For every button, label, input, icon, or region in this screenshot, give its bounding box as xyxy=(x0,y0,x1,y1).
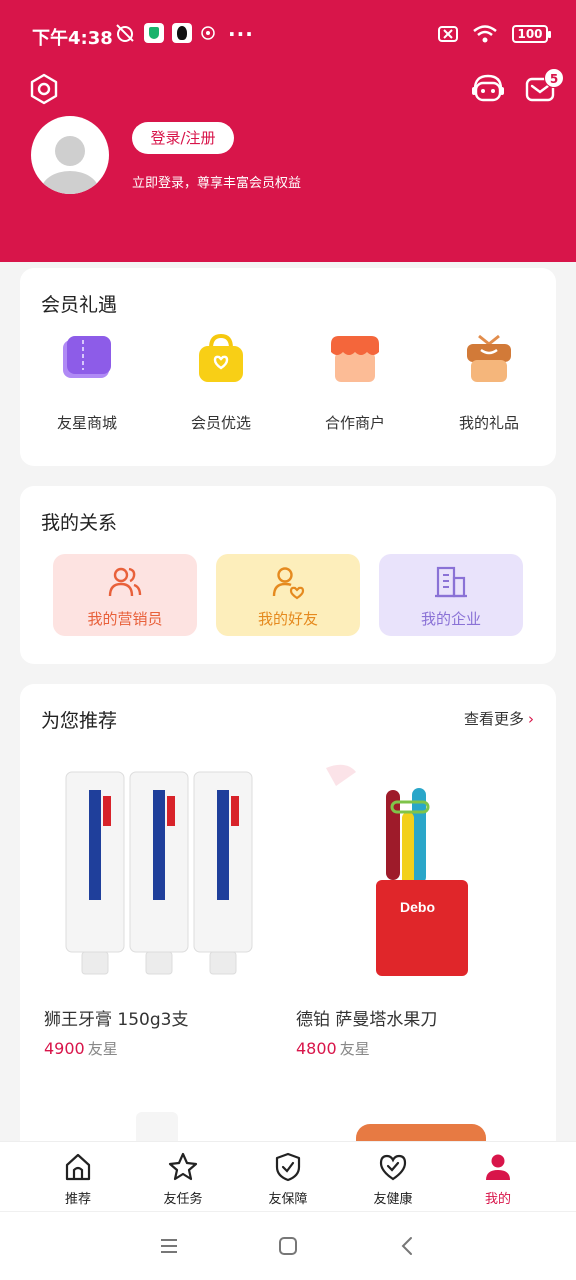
relation-label: 我的企业 xyxy=(420,610,481,628)
benefit-item-mall[interactable]: 友星商城 xyxy=(32,330,142,433)
relation-company[interactable]: 我的企业 xyxy=(379,554,523,636)
message-badge: 5 xyxy=(544,68,564,88)
tab-protection[interactable]: 友保障 xyxy=(248,1152,328,1207)
product-price: 4900 友星 xyxy=(44,1038,274,1059)
login-register-button[interactable]: 登录/注册 xyxy=(132,122,234,154)
member-benefits-card: 会员礼遇 友星商城 会员优选 合作商户 我的礼品 xyxy=(20,268,556,466)
product-card-toothpaste[interactable]: 狮王牙膏 150g3支 4900 友星 xyxy=(44,762,274,1059)
customer-service-icon[interactable] xyxy=(470,73,506,105)
profile-header: 下午4:38 ··· 100 5 登录/注册 立即登录，尊享丰富会员权益 xyxy=(0,0,576,262)
alarm-off-icon xyxy=(116,24,134,42)
security-app-icon xyxy=(144,23,164,43)
product-image-toothpaste xyxy=(65,771,253,975)
benefit-label: 合作商户 xyxy=(324,414,385,432)
status-more-dots: ··· xyxy=(228,22,254,46)
avatar[interactable] xyxy=(31,116,109,194)
relation-marketer[interactable]: 我的营销员 xyxy=(53,554,197,636)
price-value: 4900 xyxy=(44,1039,85,1058)
benefit-item-merchant[interactable]: 合作商户 xyxy=(300,330,410,433)
tab-tasks[interactable]: 友任务 xyxy=(143,1152,223,1207)
tab-mine[interactable]: 我的 xyxy=(458,1152,538,1207)
star-icon xyxy=(168,1152,198,1181)
battery-indicator: 100 xyxy=(512,25,551,43)
recommend-title: 为您推荐 xyxy=(41,710,118,732)
tab-health[interactable]: 友健康 xyxy=(353,1152,433,1207)
status-bar: 下午4:38 ··· 100 xyxy=(0,0,576,70)
home-square-icon[interactable] xyxy=(276,1234,300,1258)
ticket-icon xyxy=(63,336,111,378)
home-icon xyxy=(65,1153,91,1181)
benefit-item-select[interactable]: 会员优选 xyxy=(166,330,276,433)
relation-label: 我的好友 xyxy=(257,610,318,628)
tab-label: 我的 xyxy=(484,1192,511,1207)
product-image-knife-set: Debo xyxy=(326,764,468,976)
see-more-label: 查看更多 xyxy=(463,710,524,728)
bottom-tab-bar: 推荐 友任务 友保障 友健康 我的 xyxy=(0,1141,576,1211)
friend-heart-icon xyxy=(272,567,305,600)
tab-recommend[interactable]: 推荐 xyxy=(38,1152,118,1207)
product-name: 德铂 萨曼塔水果刀 xyxy=(296,1010,438,1030)
see-more-link[interactable]: 查看更多 › xyxy=(464,708,534,729)
avatar-body xyxy=(41,171,99,194)
wifi-icon xyxy=(473,25,497,43)
avatar-head xyxy=(55,136,85,166)
price-unit: 友星 xyxy=(87,1040,118,1058)
chevron-right-icon: › xyxy=(528,710,534,728)
price-unit: 友星 xyxy=(339,1040,370,1058)
system-navigation-bar xyxy=(0,1211,576,1280)
status-system-icons: 100 xyxy=(438,24,551,44)
benefit-item-gift[interactable]: 我的礼品 xyxy=(434,330,544,433)
building-icon xyxy=(435,566,467,598)
menu-icon[interactable] xyxy=(157,1234,181,1258)
product-card-knife[interactable]: Debo 德铂 萨曼塔水果刀 4800 友星 xyxy=(296,762,526,1059)
my-relations-card: 我的关系 我的营销员 我的好友 我的企业 xyxy=(20,486,556,664)
sim-off-icon xyxy=(438,26,458,42)
heart-check-icon xyxy=(379,1154,407,1181)
qq-app-icon xyxy=(172,23,192,43)
benefit-label: 我的礼品 xyxy=(458,414,519,432)
status-time: 下午4:38 xyxy=(32,28,113,49)
benefit-label: 友星商城 xyxy=(56,414,117,432)
relation-label: 我的营销员 xyxy=(87,610,163,628)
relation-friend[interactable]: 我的好友 xyxy=(216,554,360,636)
profile-icon xyxy=(486,1154,510,1180)
product-price: 4800 友星 xyxy=(296,1038,526,1059)
signal-app-icon xyxy=(201,26,215,40)
login-subtitle: 立即登录，尊享丰富会员权益 xyxy=(132,176,302,191)
tab-label: 友任务 xyxy=(163,1192,203,1207)
price-value: 4800 xyxy=(296,1039,337,1058)
shopping-bag-icon xyxy=(199,333,243,382)
benefit-label: 会员优选 xyxy=(190,414,251,432)
svg-text:Debo: Debo xyxy=(400,899,435,915)
users-icon xyxy=(108,567,142,597)
tab-label: 友健康 xyxy=(373,1192,413,1207)
back-icon[interactable] xyxy=(396,1234,420,1258)
gift-icon xyxy=(467,334,511,382)
tab-label: 友保障 xyxy=(268,1192,308,1207)
benefits-title: 会员礼遇 xyxy=(41,294,118,316)
shield-check-icon xyxy=(275,1152,301,1182)
settings-icon[interactable] xyxy=(28,73,60,105)
status-notification-icons xyxy=(114,22,216,44)
store-icon xyxy=(331,336,379,382)
relations-title: 我的关系 xyxy=(41,512,118,534)
product-name: 狮王牙膏 150g3支 xyxy=(44,1010,189,1030)
tab-label: 推荐 xyxy=(64,1192,91,1207)
